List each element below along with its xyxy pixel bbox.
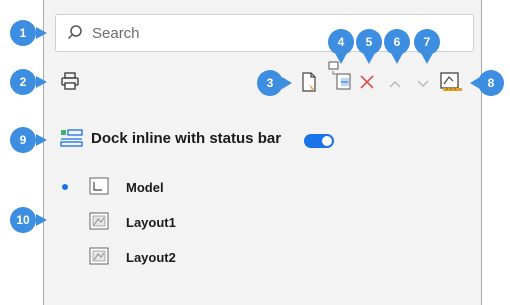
callout-10: 10	[10, 207, 36, 233]
callout-3: 3	[257, 70, 283, 96]
callout-7: 7	[414, 29, 440, 55]
callout-2: 2	[10, 69, 36, 95]
callout-1: 1	[10, 20, 36, 46]
callout-4: 4	[328, 29, 354, 55]
callout-5: 5	[356, 29, 382, 55]
callout-8: 8	[478, 70, 504, 96]
callout-9: 9	[10, 127, 36, 153]
callout-6: 6	[384, 29, 410, 55]
